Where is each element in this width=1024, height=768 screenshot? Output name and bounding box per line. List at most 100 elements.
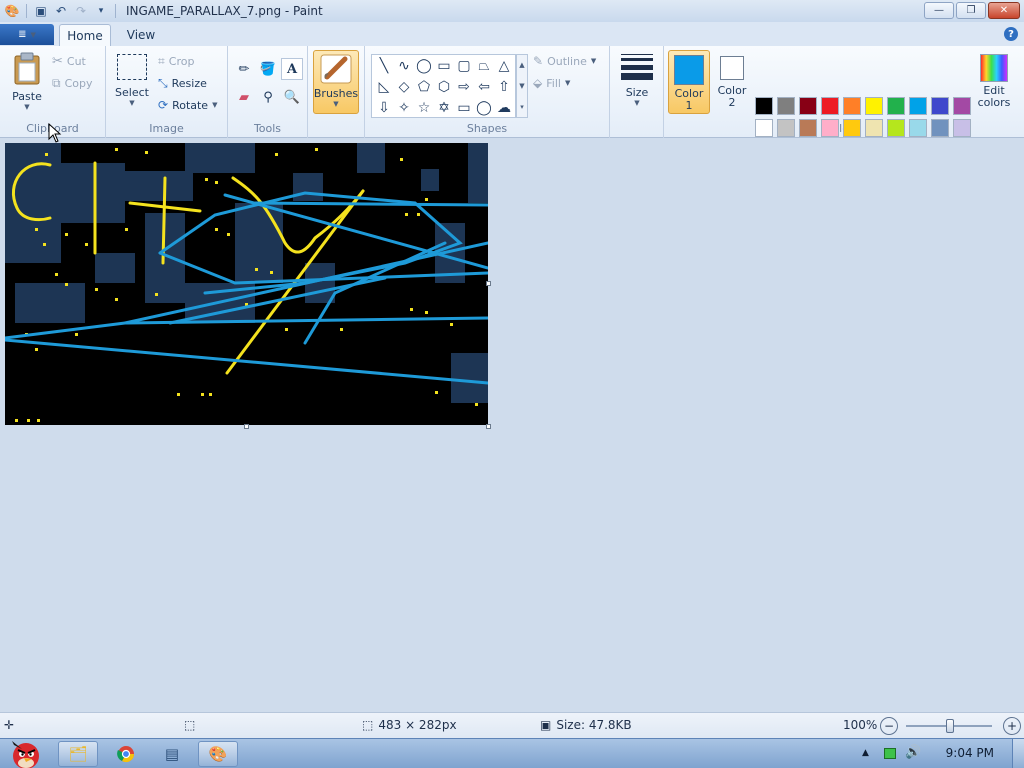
palette-swatch[interactable] <box>931 97 949 115</box>
help-icon[interactable]: ? <box>1004 27 1018 41</box>
line-width-icon <box>621 54 653 80</box>
text-tool-icon[interactable]: A <box>281 58 303 80</box>
crop-label: Crop <box>168 55 195 68</box>
rotate-button[interactable]: ⟳ Rotate ▼ <box>158 98 217 112</box>
palette-swatch[interactable] <box>799 119 817 137</box>
show-desktop-button[interactable] <box>1012 739 1024 768</box>
palette-swatch[interactable] <box>931 119 949 137</box>
pencil-icon[interactable]: ✏ <box>233 58 255 80</box>
taskbar-clock[interactable]: 9:04 PM <box>946 746 994 760</box>
palette-swatch[interactable] <box>777 97 795 115</box>
palette-swatch[interactable] <box>953 119 971 137</box>
cloud-callout-shape-icon[interactable]: ☁ <box>494 98 514 118</box>
maximize-button[interactable]: ❐ <box>956 2 986 19</box>
rounded-callout-shape-icon[interactable]: ▭ <box>454 98 474 118</box>
tab-view[interactable]: View <box>118 24 164 46</box>
diamond-shape-icon[interactable]: ◇ <box>394 77 414 97</box>
four-point-star-shape-icon[interactable]: ✧ <box>394 98 414 118</box>
drawing-canvas[interactable] <box>5 143 488 425</box>
scroll-up-icon[interactable]: ▲ <box>519 61 524 69</box>
oval-shape-icon[interactable]: ◯ <box>414 56 434 76</box>
line-shape-icon[interactable]: ╲ <box>374 56 394 76</box>
palette-swatch[interactable] <box>843 119 861 137</box>
quick-access-separator <box>115 4 116 18</box>
pentagon-shape-icon[interactable]: ⬠ <box>414 77 434 97</box>
fill-button[interactable]: ⬙ Fill ▼ <box>533 76 570 90</box>
palette-swatch[interactable] <box>909 119 927 137</box>
resize-handle-corner[interactable] <box>486 424 491 429</box>
network-icon[interactable] <box>884 748 896 759</box>
customize-quick-access-icon[interactable]: ▾ <box>91 1 111 21</box>
rectangle-shape-icon[interactable]: ▭ <box>434 56 454 76</box>
resize-button[interactable]: ⤡ Resize <box>158 76 207 91</box>
start-button-angry-bird-icon[interactable] <box>2 739 46 768</box>
palette-swatch[interactable] <box>755 97 773 115</box>
redo-icon[interactable]: ↷ <box>71 1 91 21</box>
palette-swatch[interactable] <box>865 119 883 137</box>
triangle-shape-icon[interactable]: △ <box>494 56 514 76</box>
color1-button[interactable]: Color 1 <box>668 50 710 114</box>
shapes-gallery-scroll[interactable]: ▲ ▼ ▾ <box>516 54 528 118</box>
polygon-shape-icon[interactable]: ⏢ <box>474 56 494 76</box>
left-arrow-shape-icon[interactable]: ⇦ <box>474 77 494 97</box>
file-size: ▣ Size: 47.8KB <box>540 718 632 732</box>
hexagon-shape-icon[interactable]: ⬡ <box>434 77 454 97</box>
up-arrow-shape-icon[interactable]: ⇧ <box>494 77 514 97</box>
outline-label: Outline <box>547 54 587 68</box>
taskbar-paint-button[interactable]: 🎨 <box>198 741 238 767</box>
palette-swatch[interactable] <box>953 97 971 115</box>
zoom-slider-thumb[interactable] <box>946 719 954 733</box>
paint-app-icon[interactable]: 🎨 <box>2 1 22 21</box>
eraser-icon[interactable]: ▰ <box>233 86 255 108</box>
save-icon[interactable]: ▣ <box>31 1 51 21</box>
palette-swatch[interactable] <box>821 97 839 115</box>
crop-button[interactable]: ⌗ Crop <box>158 54 194 69</box>
taskbar-chrome-button[interactable] <box>106 741 146 767</box>
palette-swatch[interactable] <box>821 119 839 137</box>
palette-swatch[interactable] <box>865 97 883 115</box>
select-button[interactable]: Select ▼ <box>114 54 150 107</box>
resize-handle-bottom[interactable] <box>244 424 249 429</box>
six-point-star-shape-icon[interactable]: ✡ <box>434 98 454 118</box>
down-arrow-shape-icon[interactable]: ⇩ <box>374 98 394 118</box>
close-button[interactable]: ✕ <box>988 2 1020 19</box>
palette-swatch[interactable] <box>887 119 905 137</box>
cut-button[interactable]: ✂ Cut <box>52 54 86 69</box>
palette-swatch[interactable] <box>887 97 905 115</box>
scroll-down-icon[interactable]: ▼ <box>519 82 524 90</box>
color-picker-icon[interactable]: ⚲ <box>257 86 279 108</box>
undo-icon[interactable]: ↶ <box>51 1 71 21</box>
volume-icon[interactable]: 🔊 <box>905 745 921 760</box>
edit-colors-button[interactable]: Edit colors <box>974 54 1014 109</box>
size-button[interactable]: Size ▼ <box>618 54 656 107</box>
tray-expand-icon[interactable]: ▲ <box>862 748 869 758</box>
taskbar-media-button[interactable]: ▤ <box>152 741 192 767</box>
file-menu-button[interactable]: ≣ ▼ <box>0 24 54 45</box>
palette-swatch[interactable] <box>909 97 927 115</box>
taskbar-explorer-button[interactable]: 🗂 <box>58 741 98 767</box>
rounded-rectangle-shape-icon[interactable]: ▢ <box>454 56 474 76</box>
tab-home[interactable]: Home <box>59 24 111 46</box>
color2-button[interactable]: Color 2 <box>712 56 752 109</box>
resize-handle-right[interactable] <box>486 281 491 286</box>
palette-swatch[interactable] <box>843 97 861 115</box>
copy-button[interactable]: ⧉ Copy <box>52 76 92 91</box>
city-buildings <box>5 143 488 403</box>
paste-button[interactable]: Paste ▼ <box>8 52 46 111</box>
palette-swatch[interactable] <box>799 97 817 115</box>
palette-swatch[interactable] <box>777 119 795 137</box>
minimize-button[interactable]: — <box>924 2 954 19</box>
outline-button[interactable]: ✎ Outline ▼ <box>533 54 596 68</box>
five-point-star-shape-icon[interactable]: ☆ <box>414 98 434 118</box>
zoom-in-button[interactable]: + <box>1003 717 1021 735</box>
zoom-out-button[interactable]: − <box>880 717 898 735</box>
magnifier-icon[interactable]: 🔍 <box>281 86 303 108</box>
right-triangle-shape-icon[interactable]: ◺ <box>374 77 394 97</box>
right-arrow-shape-icon[interactable]: ⇨ <box>454 77 474 97</box>
image-group: Select ▼ ⌗ Crop ⤡ Resize ⟳ Rotate ▼ Imag… <box>106 46 228 138</box>
fill-bucket-icon[interactable]: 🪣 <box>257 58 279 80</box>
gallery-expand-icon[interactable]: ▾ <box>520 103 524 111</box>
oval-callout-shape-icon[interactable]: ◯ <box>474 98 494 118</box>
curve-shape-icon[interactable]: ∿ <box>394 56 414 76</box>
palette-swatch[interactable] <box>755 119 773 137</box>
